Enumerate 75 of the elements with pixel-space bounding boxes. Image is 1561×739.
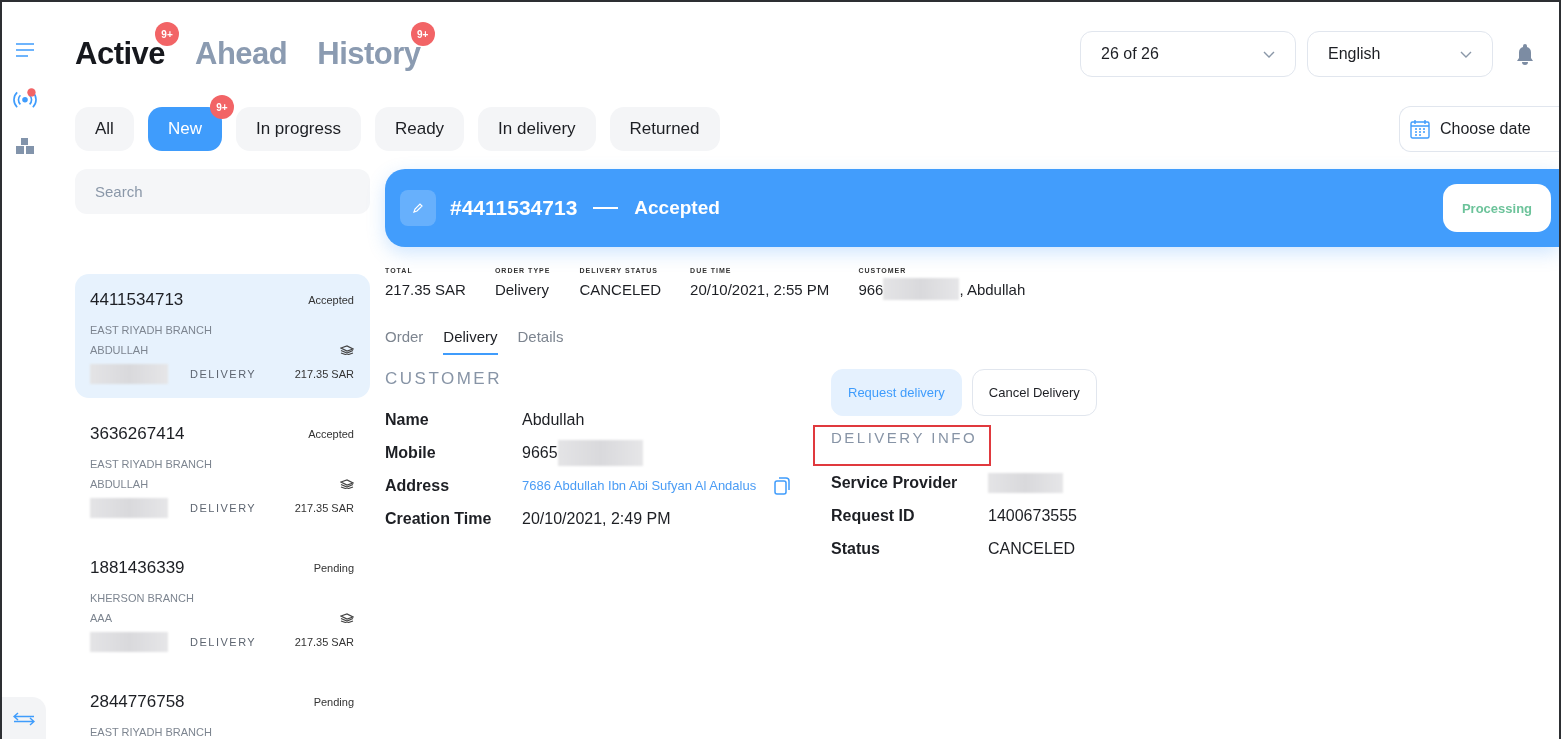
cash-stack-icon [340, 345, 354, 355]
field-label: Name [385, 410, 430, 429]
order-number: #4411534713 [450, 196, 578, 220]
field-value: 9665 [522, 443, 558, 462]
filter-chip[interactable]: All [75, 107, 134, 151]
order-status: Accepted [308, 428, 354, 440]
order-total: 217.35 SAR [294, 502, 354, 514]
field-label: Creation Time [385, 509, 493, 528]
cash-stack-icon [340, 613, 354, 623]
branch-name: EAST RIYADH BRANCH [90, 324, 213, 336]
field-value: CANCELED [988, 539, 1076, 558]
field-label: Mobile [385, 443, 437, 462]
summary-value: Delivery [494, 280, 550, 298]
order-card[interactable]: 4411534713 Accepted EAST RIYADH BRANCH ABDULLAH DELIVERY 217.35 SAR [75, 274, 370, 398]
order-total: 217.35 SAR [294, 636, 354, 648]
filter-chip[interactable]: Ready [374, 107, 465, 151]
pencil-icon [412, 202, 424, 214]
branch-name: KHERSON BRANCH [90, 592, 195, 604]
edit-button[interactable] [400, 190, 436, 226]
order-type: DELIVERY [190, 502, 258, 514]
count-badge: 9+ [209, 95, 234, 119]
filter-chip[interactable]: In progress [235, 107, 361, 151]
field-label: Address [385, 476, 451, 495]
swap-button[interactable] [2, 697, 46, 739]
broadcast-icon[interactable] [13, 87, 37, 109]
chevron-down-icon [1460, 50, 1472, 58]
order-status: Pending [313, 696, 354, 708]
calendar-icon [1410, 119, 1430, 139]
cancel-delivery-button[interactable]: Cancel Delivery [971, 369, 1097, 416]
search-field[interactable]: Search [75, 169, 370, 214]
branch-name: EAST RIYADH BRANCH [90, 726, 213, 738]
summary-value: 217.35 SAR [385, 280, 466, 298]
language-select[interactable]: English [1307, 31, 1493, 77]
copy-icon[interactable] [774, 476, 791, 495]
filter-chip[interactable]: Returned [609, 107, 720, 151]
order-number: 4411534713 [90, 290, 184, 310]
order-number: 1881436339 [90, 558, 185, 578]
boxes-icon[interactable] [15, 137, 35, 155]
summary-value: CANCELED [579, 280, 662, 298]
summary-value: , Abdullah [959, 280, 1026, 298]
branch-select[interactable]: 26 of 26 [1080, 31, 1296, 77]
detail-tab[interactable]: Order [385, 328, 424, 355]
branch-name: EAST RIYADH BRANCH [90, 458, 213, 470]
customer-name: AAA [90, 612, 112, 624]
chevron-down-icon [1263, 50, 1275, 58]
field-label: Service Provider [831, 473, 959, 492]
summary-value: 966 [858, 280, 884, 298]
field-label: Request ID [831, 506, 916, 525]
order-type: DELIVERY [190, 636, 258, 648]
summary-value: 20/10/2021, 2:55 PM [690, 280, 830, 298]
order-type: DELIVERY [190, 368, 258, 380]
filter-chip[interactable]: In delivery [478, 107, 596, 151]
menu-icon[interactable] [15, 43, 35, 57]
field-value: 20/10/2021, 2:49 PM [522, 509, 671, 528]
order-number: 2844776758 [90, 692, 185, 712]
cash-stack-icon [340, 479, 354, 489]
field-value: 1400673555 [988, 506, 1077, 525]
order-status: Accepted [308, 294, 354, 306]
order-status: Pending [313, 562, 354, 574]
count-badge: 9+ [155, 22, 180, 46]
field-value: Abdullah [522, 410, 585, 429]
bell-icon[interactable] [1515, 43, 1535, 65]
customer-name: ABDULLAH [90, 478, 149, 490]
order-status: Accepted [634, 197, 720, 219]
detail-tab[interactable]: Delivery [443, 328, 498, 355]
date-picker-button[interactable]: Choose date [1399, 106, 1559, 152]
section-title: DELIVERY INFO [831, 429, 978, 446]
section-title: CUSTOMER [385, 369, 503, 389]
detail-tab[interactable]: Details [517, 328, 564, 355]
order-total: 217.35 SAR [294, 368, 354, 380]
field-label: Status [831, 539, 881, 558]
customer-name: ABDULLAH [90, 344, 149, 356]
count-badge: 9+ [410, 22, 435, 46]
swap-arrows-icon [13, 712, 35, 726]
order-number: 3636267414 [90, 424, 185, 444]
